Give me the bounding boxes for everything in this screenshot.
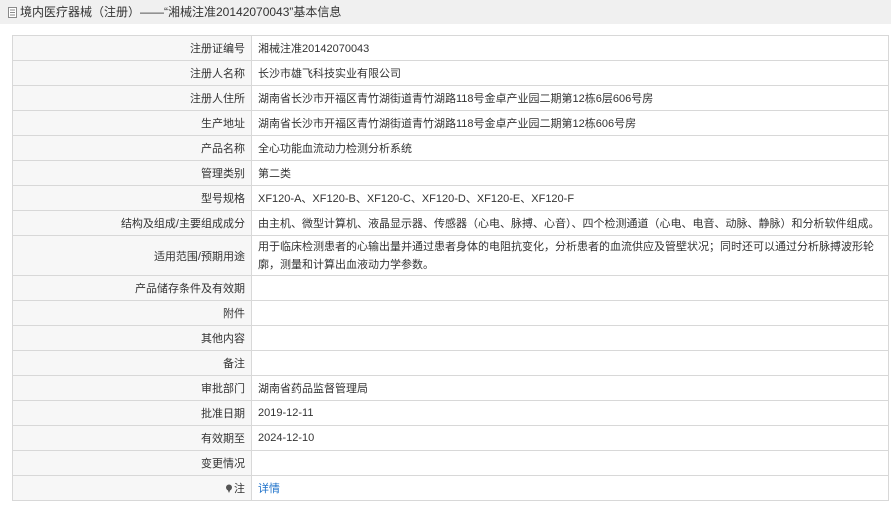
table-row: 生产地址 湖南省长沙市开福区青竹湖街道青竹湖路118号金卓产业园二期第12栋60… xyxy=(12,110,889,136)
table-row: 型号规格 XF120-A、XF120-B、XF120-C、XF120-D、XF1… xyxy=(12,185,889,211)
row-value: 全心功能血流动力检测分析系统 xyxy=(251,135,889,161)
table-row: 产品名称 全心功能血流动力检测分析系统 xyxy=(12,135,889,161)
info-table: 注册证编号 湘械注准20142070043 注册人名称 长沙市雄飞科技实业有限公… xyxy=(12,35,889,501)
table-row: 注册人名称 长沙市雄飞科技实业有限公司 xyxy=(12,60,889,86)
table-row: 变更情况 xyxy=(12,450,889,476)
row-label: 批准日期 xyxy=(12,400,252,426)
row-value xyxy=(251,350,889,376)
row-value: 由主机、微型计算机、液晶显示器、传感器（心电、脉搏、心音）、四个检测通道（心电、… xyxy=(251,210,889,236)
table-row: 管理类别 第二类 xyxy=(12,160,889,186)
row-label: 型号规格 xyxy=(12,185,252,211)
row-value: 长沙市雄飞科技实业有限公司 xyxy=(251,60,889,86)
row-value xyxy=(251,450,889,476)
row-value xyxy=(251,325,889,351)
row-label: 其他内容 xyxy=(12,325,252,351)
row-label: 审批部门 xyxy=(12,375,252,401)
table-row: 审批部门 湖南省药品监督管理局 xyxy=(12,375,889,401)
pin-icon xyxy=(226,484,232,493)
row-value: 用于临床检测患者的心输出量并通过患者身体的电阻抗变化，分析患者的血流供应及管壁状… xyxy=(251,235,889,276)
note-row: 注 详情 xyxy=(12,475,889,501)
table-row: 注册人住所 湖南省长沙市开福区青竹湖街道青竹湖路118号金卓产业园二期第12栋6… xyxy=(12,85,889,111)
row-value: 湖南省药品监督管理局 xyxy=(251,375,889,401)
row-value: 湘械注准20142070043 xyxy=(251,35,889,61)
row-label: 有效期至 xyxy=(12,425,252,451)
row-value: 2019-12-11 xyxy=(251,400,889,426)
row-value: 湖南省长沙市开福区青竹湖街道青竹湖路118号金卓产业园二期第12栋6层606号房 xyxy=(251,85,889,111)
row-label: 产品储存条件及有效期 xyxy=(12,275,252,301)
table-row: 注册证编号 湘械注准20142070043 xyxy=(12,35,889,61)
note-value-cell: 详情 xyxy=(251,475,889,501)
table-row: 备注 xyxy=(12,350,889,376)
page-header: 境内医疗器械（注册）——“湘械注准20142070043”基本信息 xyxy=(0,0,891,24)
row-value: 湖南省长沙市开福区青竹湖街道青竹湖路118号金卓产业园二期第12栋606号房 xyxy=(251,110,889,136)
row-label: 注册证编号 xyxy=(12,35,252,61)
details-link[interactable]: 详情 xyxy=(258,483,280,495)
table-row: 产品储存条件及有效期 xyxy=(12,275,889,301)
table-row: 附件 xyxy=(12,300,889,326)
row-value: XF120-A、XF120-B、XF120-C、XF120-D、XF120-E、… xyxy=(251,185,889,211)
row-label: 注册人住所 xyxy=(12,85,252,111)
row-label: 管理类别 xyxy=(12,160,252,186)
page-title: 境内医疗器械（注册）——“湘械注准20142070043”基本信息 xyxy=(20,5,342,19)
row-label: 产品名称 xyxy=(12,135,252,161)
table-row: 批准日期 2019-12-11 xyxy=(12,400,889,426)
table-row: 适用范围/预期用途 用于临床检测患者的心输出量并通过患者身体的电阻抗变化，分析患… xyxy=(12,235,889,276)
row-value: 2024-12-10 xyxy=(251,425,889,451)
table-row: 其他内容 xyxy=(12,325,889,351)
row-value: 第二类 xyxy=(251,160,889,186)
row-label: 结构及组成/主要组成成分 xyxy=(12,210,252,236)
note-label: 注 xyxy=(234,483,245,495)
document-icon xyxy=(8,6,17,18)
row-label: 生产地址 xyxy=(12,110,252,136)
note-label-cell: 注 xyxy=(12,475,252,501)
row-label: 备注 xyxy=(12,350,252,376)
row-label: 变更情况 xyxy=(12,450,252,476)
row-label: 附件 xyxy=(12,300,252,326)
row-value xyxy=(251,275,889,301)
row-label: 适用范围/预期用途 xyxy=(12,235,252,276)
table-row: 有效期至 2024-12-10 xyxy=(12,425,889,451)
row-label: 注册人名称 xyxy=(12,60,252,86)
row-value xyxy=(251,300,889,326)
table-row: 结构及组成/主要组成成分 由主机、微型计算机、液晶显示器、传感器（心电、脉搏、心… xyxy=(12,210,889,236)
